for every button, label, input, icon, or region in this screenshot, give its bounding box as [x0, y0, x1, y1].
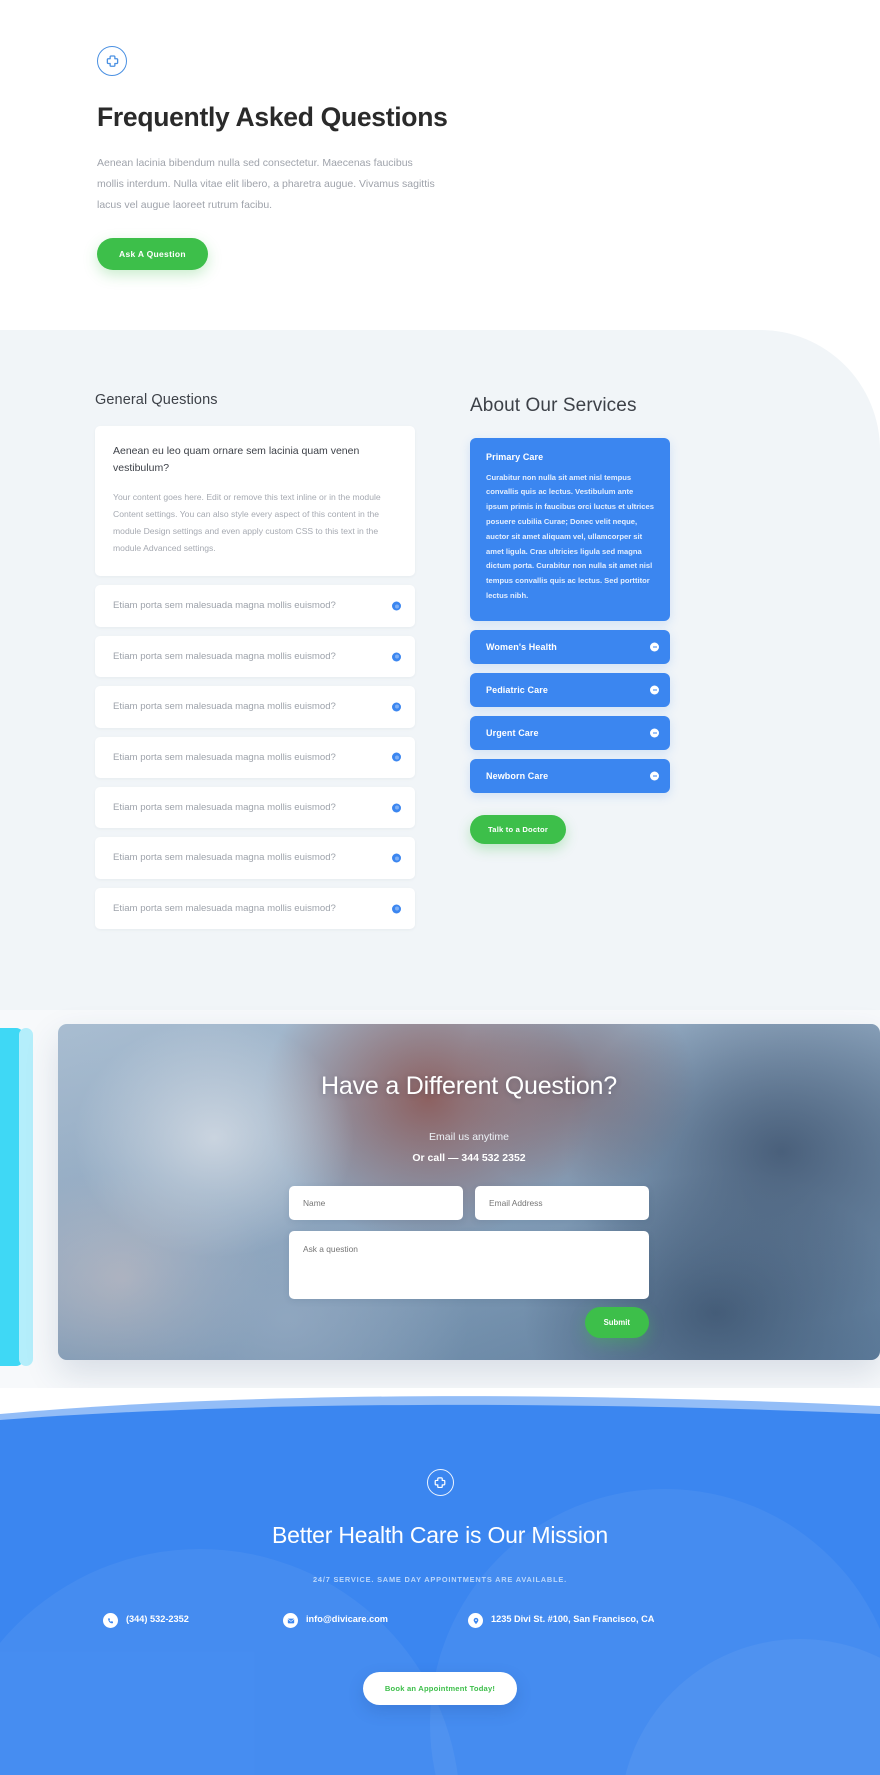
faq-heading: General Questions	[95, 392, 218, 408]
expand-toggle-icon[interactable]	[392, 601, 401, 611]
service-title: Urgent Care	[486, 727, 539, 738]
expand-toggle-icon[interactable]	[392, 853, 401, 863]
question-textarea[interactable]	[289, 1231, 649, 1300]
faq-item[interactable]: Etiam porta sem malesuada magna mollis e…	[95, 887, 415, 930]
faq-item[interactable]: Etiam porta sem malesuada magna mollis e…	[95, 837, 415, 879]
faq-question: Etiam porta sem malesuada magna mollis e…	[113, 802, 336, 814]
service-title: Newborn Care	[486, 770, 549, 781]
expand-toggle-icon[interactable]	[650, 728, 659, 738]
contact-address[interactable]: 1235 Divi St. #100, San Francisco, CA	[468, 1612, 668, 1629]
hero-section: Frequently Asked Questions Aenean lacini…	[0, 0, 880, 330]
cta-title: Have a Different Question?	[321, 1072, 617, 1101]
service-body: Curabitur non nulla sit amet nisl tempus…	[486, 472, 654, 600]
faq-services-section: General Questions Aenean eu leo quam orn…	[0, 330, 880, 1011]
service-item[interactable]: Pediatric Care	[470, 672, 670, 707]
hero-description: Aenean lacinia bibendum nulla sed consec…	[97, 157, 435, 211]
faq-column: General Questions Aenean eu leo quam orn…	[95, 392, 415, 938]
expand-toggle-icon[interactable]	[392, 652, 401, 661]
faq-item-open[interactable]: Aenean eu leo quam ornare sem lacinia qu…	[95, 426, 415, 577]
faq-question: Etiam porta sem malesuada magna mollis e…	[113, 852, 336, 864]
service-item[interactable]: Urgent Care	[470, 715, 670, 750]
phone-icon	[103, 1613, 118, 1629]
contact-cta-section: Have a Different Question? Email us anyt…	[0, 1010, 880, 1389]
cta-phone-line: Or call — 344 532 2352	[412, 1152, 526, 1165]
contact-form-row	[58, 1186, 880, 1221]
talk-to-a-doctor-button[interactable]: Talk to a Doctor	[470, 814, 567, 844]
faq-item[interactable]: Etiam porta sem malesuada magna mollis e…	[95, 585, 415, 627]
faq-item[interactable]: Etiam porta sem malesuada magna mollis e…	[95, 787, 415, 829]
faq-question: Etiam porta sem malesuada magna mollis e…	[113, 902, 336, 914]
envelope-icon	[283, 1613, 298, 1629]
expand-toggle-icon[interactable]	[392, 752, 401, 762]
faq-item[interactable]: Etiam porta sem malesuada magna mollis e…	[95, 635, 415, 678]
service-title: Pediatric Care	[486, 684, 548, 695]
submit-button[interactable]: Submit	[584, 1307, 649, 1339]
service-title: Women's Health	[486, 641, 557, 652]
faq-question: Etiam porta sem malesuada magna mollis e…	[113, 751, 336, 763]
expand-toggle-icon[interactable]	[650, 771, 659, 781]
faq-answer: Your content goes here. Edit or remove t…	[113, 491, 381, 554]
expand-toggle-icon[interactable]	[392, 702, 401, 712]
email-input[interactable]	[475, 1186, 649, 1221]
services-column: About Our Services Primary Care Curabitu…	[470, 392, 670, 938]
cyan-accent-bar-light	[19, 1028, 33, 1367]
faq-item[interactable]: Etiam porta sem malesuada magna mollis e…	[95, 736, 415, 779]
expand-toggle-icon[interactable]	[650, 685, 659, 695]
contact-email-text: info@divicare.com	[306, 1614, 388, 1625]
contact-phone-text: (344) 532-2352	[126, 1614, 189, 1625]
medical-cross-circle-icon	[97, 46, 127, 76]
faq-landing-page: Frequently Asked Questions Aenean lacini…	[0, 0, 880, 1775]
service-title: Primary Care	[486, 451, 544, 462]
expand-toggle-icon[interactable]	[650, 642, 659, 652]
map-pin-icon	[468, 1613, 483, 1629]
service-item[interactable]: Women's Health	[470, 629, 670, 664]
cta-subtitle: Email us anytime	[429, 1131, 509, 1144]
faq-question: Aenean eu leo quam ornare sem lacinia qu…	[113, 445, 360, 475]
faq-item[interactable]: Etiam porta sem malesuada magna mollis e…	[95, 686, 415, 728]
expand-toggle-icon[interactable]	[392, 904, 401, 914]
service-item[interactable]: Newborn Care	[470, 758, 670, 793]
footer-note: 24/7 SERVICE. SAME DAY APPOINTMENTS ARE …	[313, 1575, 567, 1585]
faq-question: Etiam porta sem malesuada magna mollis e…	[113, 650, 336, 662]
service-item-open[interactable]: Primary Care Curabitur non nulla sit ame…	[470, 437, 670, 621]
contact-address-text: 1235 Divi St. #100, San Francisco, CA	[491, 1614, 655, 1625]
faq-question: Etiam porta sem malesuada magna mollis e…	[113, 600, 336, 612]
expand-toggle-icon[interactable]	[392, 803, 401, 813]
footer-contacts: (344) 532-2352 info@divicare.com 1235 Di…	[95, 1612, 785, 1629]
page-title: Frequently Asked Questions	[97, 102, 448, 132]
services-heading: About Our Services	[470, 395, 637, 416]
faq-question: Etiam porta sem malesuada magna mollis e…	[113, 701, 336, 713]
name-input[interactable]	[289, 1186, 463, 1221]
ask-a-question-button[interactable]: Ask A Question	[97, 238, 208, 270]
footer-title: Better Health Care is Our Mission	[272, 1522, 608, 1549]
contact-card: Have a Different Question? Email us anyt…	[58, 1024, 880, 1361]
contact-email[interactable]: info@divicare.com	[283, 1612, 468, 1629]
wave-divider	[0, 1396, 880, 1431]
contact-phone[interactable]: (344) 532-2352	[103, 1612, 283, 1629]
medical-cross-circle-icon	[426, 1469, 454, 1497]
footer-section: Better Health Care is Our Mission 24/7 S…	[0, 1388, 880, 1775]
book-appointment-button[interactable]: Book an Appointment Today!	[362, 1672, 518, 1706]
